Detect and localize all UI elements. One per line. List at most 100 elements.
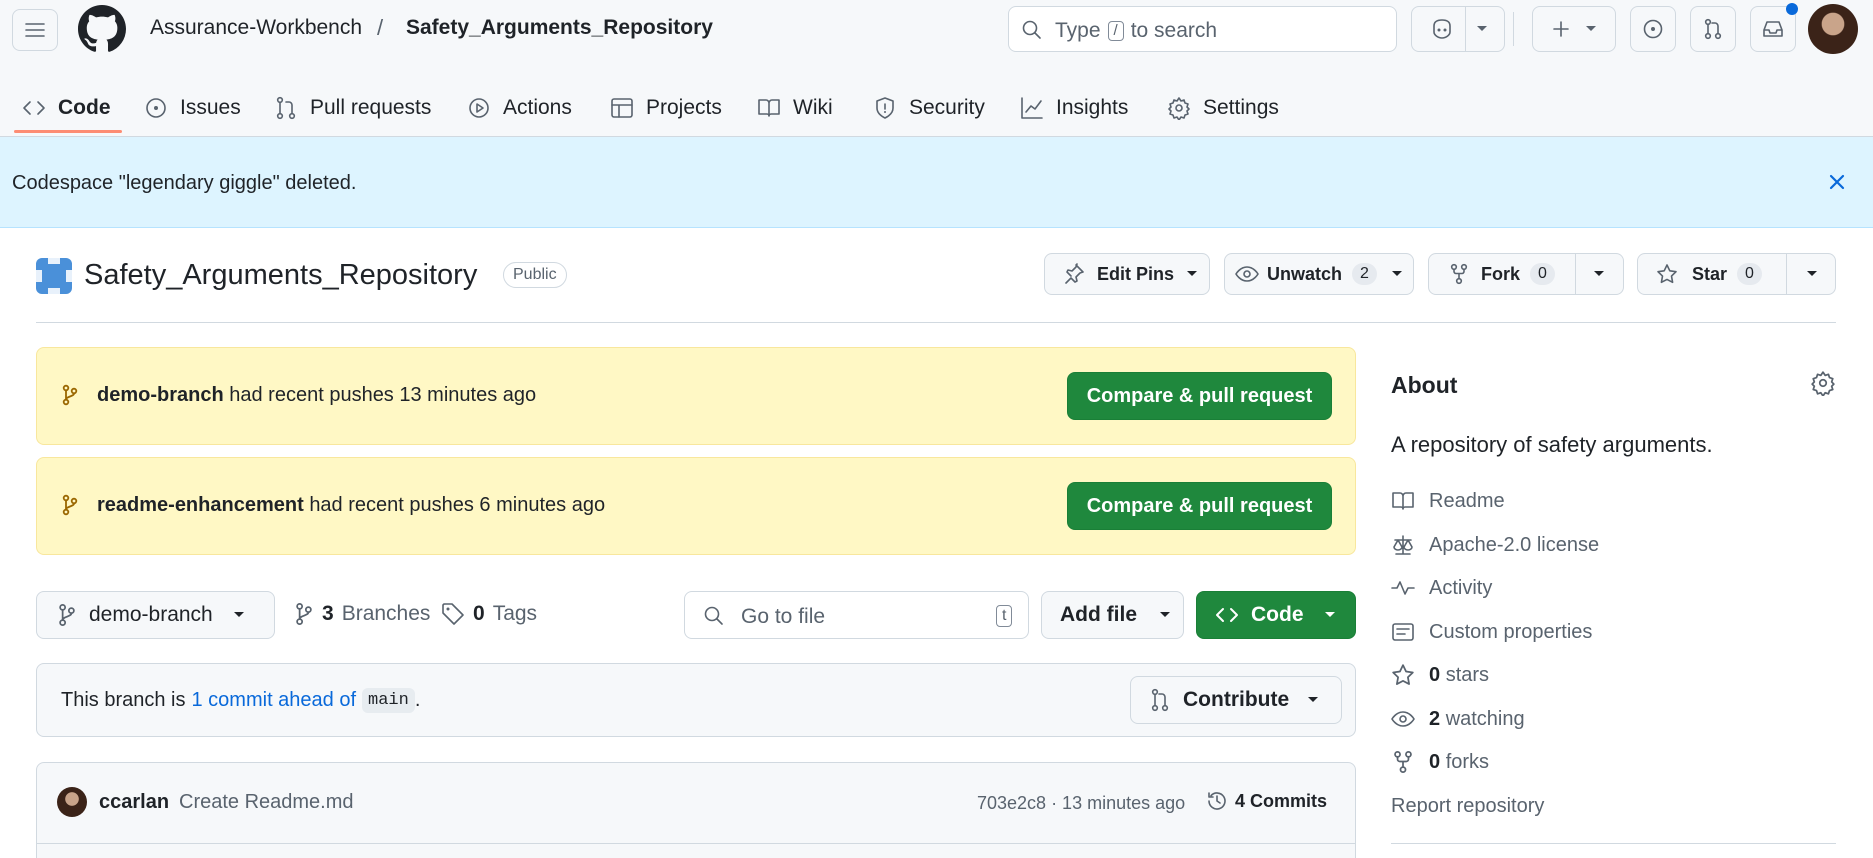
close-button[interactable] (1822, 167, 1852, 197)
issues-button[interactable] (1630, 6, 1676, 52)
forks-link[interactable]: 0 forks (1391, 747, 1489, 777)
tab-pull-requests[interactable]: Pull requests (274, 80, 431, 136)
graph-icon (1021, 97, 1043, 119)
compare-pull-request-button[interactable]: Compare & pull request (1067, 482, 1332, 530)
fork-icon (1394, 750, 1412, 774)
banner-branch-name[interactable]: readme-enhancement (97, 494, 304, 516)
banner-branch-name[interactable]: demo-branch (97, 384, 224, 406)
branch-status-box: This branch is 1 commit ahead of main. C… (36, 663, 1356, 737)
create-new-button[interactable] (1532, 6, 1616, 52)
visibility-badge: Public (503, 262, 567, 288)
watchers-link[interactable]: 2 watching (1391, 704, 1525, 734)
about-settings-button[interactable] (1810, 370, 1836, 396)
author-avatar[interactable] (57, 787, 87, 817)
branch-icon (62, 384, 78, 406)
readme-link[interactable]: Readme (1391, 486, 1505, 516)
repo-link[interactable]: Safety_Arguments_Repository (406, 16, 713, 40)
go-to-file-placeholder: Go to file (741, 605, 826, 628)
menu-button[interactable] (12, 9, 58, 51)
law-icon (1393, 535, 1413, 555)
tab-insights[interactable]: Insights (1020, 80, 1128, 136)
branch-selector[interactable]: demo-branch (36, 591, 275, 639)
unwatch-button[interactable]: Unwatch 2 (1224, 253, 1414, 295)
tab-settings[interactable]: Settings (1167, 80, 1279, 136)
close-icon (1829, 174, 1845, 190)
flash-message: Codespace "legendary giggle" deleted. (12, 172, 357, 194)
commit-meta[interactable]: 703e2c8 · 13 minutes ago (977, 793, 1185, 814)
fork-button[interactable]: Fork 0 (1428, 253, 1624, 295)
tags-link[interactable]: 0 Tags (441, 602, 537, 626)
star-icon (1392, 664, 1414, 685)
license-label: Apache-2.0 license (1429, 533, 1600, 556)
activity-link[interactable]: Activity (1391, 573, 1492, 603)
forks-count: 0 (1429, 750, 1441, 773)
compare-pull-request-button[interactable]: Compare & pull request (1067, 372, 1332, 420)
contribute-button[interactable]: Contribute (1130, 676, 1342, 724)
owner-link[interactable]: Assurance-Workbench (150, 16, 362, 40)
branches-count: 3 (322, 602, 334, 625)
pull-requests-button[interactable] (1690, 6, 1736, 52)
custom-properties-link[interactable]: Custom properties (1391, 617, 1592, 647)
github-logo-icon[interactable] (78, 5, 126, 53)
activity-label: Activity (1429, 576, 1493, 599)
search-icon (1022, 20, 1041, 39)
branches-link[interactable]: 3 Branches (294, 602, 430, 626)
repo-title[interactable]: Safety_Arguments_Repository (84, 259, 477, 292)
about-description: A repository of safety arguments. (1391, 432, 1713, 457)
tags-count: 0 (473, 602, 485, 625)
search-input[interactable]: Type / to search (1008, 6, 1397, 52)
code-button[interactable]: Code (1196, 591, 1356, 639)
about-heading: About (1391, 372, 1458, 398)
branch-status: This branch is 1 commit ahead of main. (61, 688, 420, 713)
star-button[interactable]: Star 0 (1637, 253, 1836, 295)
history-icon (1208, 792, 1226, 810)
tab-code[interactable]: Code (22, 80, 111, 136)
stars-count: 0 (1429, 663, 1441, 686)
stars-label: stars (1445, 663, 1490, 686)
eye-icon (1235, 266, 1259, 282)
tab-wiki[interactable]: Wiki (757, 80, 833, 136)
tab-actions[interactable]: Actions (467, 80, 572, 136)
edit-pins-label: Edit Pins (1097, 263, 1175, 284)
tab-label: Security (909, 96, 985, 119)
tab-label: Settings (1203, 96, 1279, 119)
issue-icon (146, 98, 166, 118)
inbox-icon (1763, 21, 1783, 37)
pull-request-icon (1151, 688, 1169, 712)
commits-ahead-link[interactable]: 1 commit ahead of (192, 689, 357, 712)
search-icon (704, 606, 723, 625)
tag-icon (442, 603, 464, 625)
commits-link[interactable]: 4 Commits (1205, 789, 1327, 813)
play-icon (469, 98, 489, 118)
tab-issues[interactable]: Issues (144, 80, 241, 136)
base-branch[interactable]: main (362, 688, 415, 713)
star-label: Star (1692, 263, 1728, 284)
watching-count: 2 (1429, 707, 1441, 730)
stars-link[interactable]: 0 stars (1391, 660, 1489, 690)
tab-projects[interactable]: Projects (610, 80, 722, 136)
avatar[interactable] (1808, 4, 1858, 54)
commits-count: 4 Commits (1235, 790, 1328, 811)
add-file-button[interactable]: Add file (1041, 591, 1184, 639)
commit-message[interactable]: Create Readme.md (179, 791, 354, 814)
license-link[interactable]: Apache-2.0 license (1391, 530, 1599, 560)
report-repository-link[interactable]: Report repository (1391, 791, 1544, 821)
search-shortcut-key: / (1107, 21, 1124, 41)
chevron-down-icon (1391, 271, 1402, 276)
fork-icon (1450, 263, 1468, 285)
forks-label: forks (1445, 750, 1490, 773)
repo-owner-avatar[interactable] (36, 258, 72, 294)
tab-security[interactable]: Security (873, 80, 985, 136)
gear-icon (1168, 97, 1190, 120)
branch-icon (62, 494, 78, 516)
chevron-down-icon (1324, 612, 1335, 617)
go-to-file-input[interactable]: Go to file t (684, 591, 1029, 639)
book-icon (758, 99, 780, 117)
pull-request-icon (276, 96, 296, 120)
edit-pins-button[interactable]: Edit Pins (1044, 253, 1210, 295)
copilot-button[interactable] (1411, 6, 1505, 52)
go-to-file-shortcut: t (996, 605, 1013, 627)
commit-author[interactable]: ccarlan (99, 791, 169, 814)
global-header: Assurance-Workbench / Safety_Arguments_R… (0, 0, 1873, 137)
banner-text: had recent pushes 13 minutes ago (229, 384, 537, 406)
